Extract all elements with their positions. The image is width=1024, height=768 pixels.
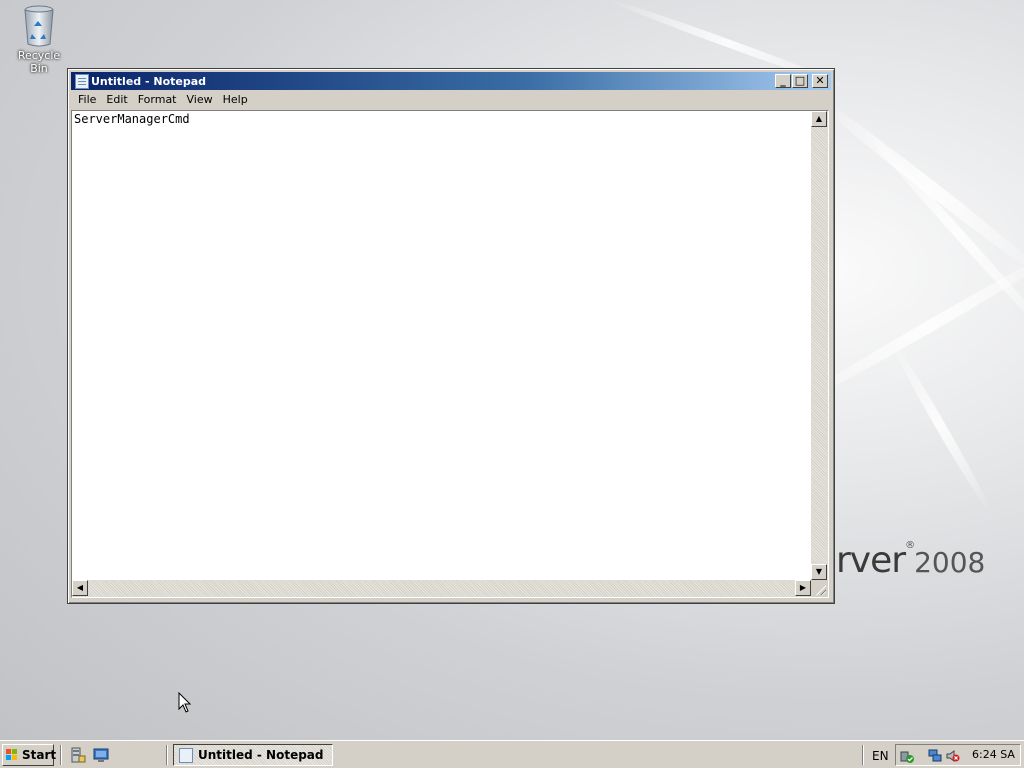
recycle-bin-shortcut[interactable]: Recycle Bin [8,4,70,75]
taskbar-button-label: Untitled - Notepad [198,748,324,762]
maximize-icon: □ [794,74,806,87]
wallpaper-brand-text: rver [836,540,906,581]
notepad-window[interactable]: Untitled - Notepad _ □ ✕ File Edit Format V… [67,68,835,604]
volume-muted-icon[interactable] [946,749,960,763]
menu-format[interactable]: Format [133,91,182,108]
recycle-bin-icon [22,4,56,47]
scroll-right-button[interactable]: ▶ [795,580,811,596]
close-button[interactable]: ✕ [812,74,828,88]
language-indicator[interactable]: EN [872,749,889,763]
minimize-button[interactable]: _ [775,74,791,88]
scroll-left-button[interactable]: ◀ [72,580,88,596]
taskbar-separator [862,745,864,765]
horizontal-scrollbar[interactable]: ◀ ▶ [72,580,811,597]
minimize-icon: _ [780,74,786,87]
scroll-down-button[interactable]: ▼ [811,564,827,580]
menu-edit[interactable]: Edit [101,91,132,108]
taskbar: Start Untitled - Notepad EN 6:24 SA [0,740,1024,768]
registered-mark: ® [905,540,915,551]
network-icon[interactable] [928,749,942,763]
window-title: Untitled - Notepad [91,75,207,88]
title-bar[interactable]: Untitled - Notepad _ □ ✕ [71,72,831,90]
editor-content[interactable]: ServerManagerCmd [74,112,190,126]
clock[interactable]: 6:24 SA [972,748,1015,761]
show-desktop-icon[interactable] [93,747,109,763]
taskbar-separator [166,745,168,765]
scroll-up-button[interactable]: ▲ [811,111,827,127]
maximize-button[interactable]: □ [792,74,808,88]
recycle-bin-label: Recycle Bin [17,49,61,75]
menu-bar: File Edit Format View Help [71,91,831,109]
notepad-icon[interactable] [75,74,89,89]
wallpaper-brand: rver®2008 [836,540,985,581]
wallpaper-brand-year: 2008 [914,546,986,579]
taskbar-notepad-button[interactable]: Untitled - Notepad [173,744,333,766]
security-shield-icon[interactable] [900,749,914,763]
menu-view[interactable]: View [182,91,218,108]
mouse-pointer-icon [178,692,192,713]
server-manager-icon[interactable] [70,747,86,763]
vertical-scrollbar[interactable]: ▲ ▼ [811,111,828,580]
arrow-down-icon: ▼ [815,567,823,576]
close-icon: ✕ [815,74,825,87]
resize-grip[interactable] [811,580,828,597]
wallpaper-streak [885,335,995,515]
notepad-icon [179,748,193,763]
system-tray: 6:24 SA [895,744,1021,766]
arrow-left-icon: ◀ [76,583,84,592]
taskbar-separator [60,745,62,765]
arrow-right-icon: ▶ [799,583,807,592]
text-editor[interactable]: ServerManagerCmd ▲ ▼ ◀ ▶ [71,110,829,598]
start-button[interactable]: Start [2,744,57,766]
windows-logo-icon [6,749,18,761]
arrow-up-icon: ▲ [815,114,823,123]
menu-file[interactable]: File [73,91,101,108]
start-label: Start [22,748,57,762]
menu-help[interactable]: Help [218,91,253,108]
